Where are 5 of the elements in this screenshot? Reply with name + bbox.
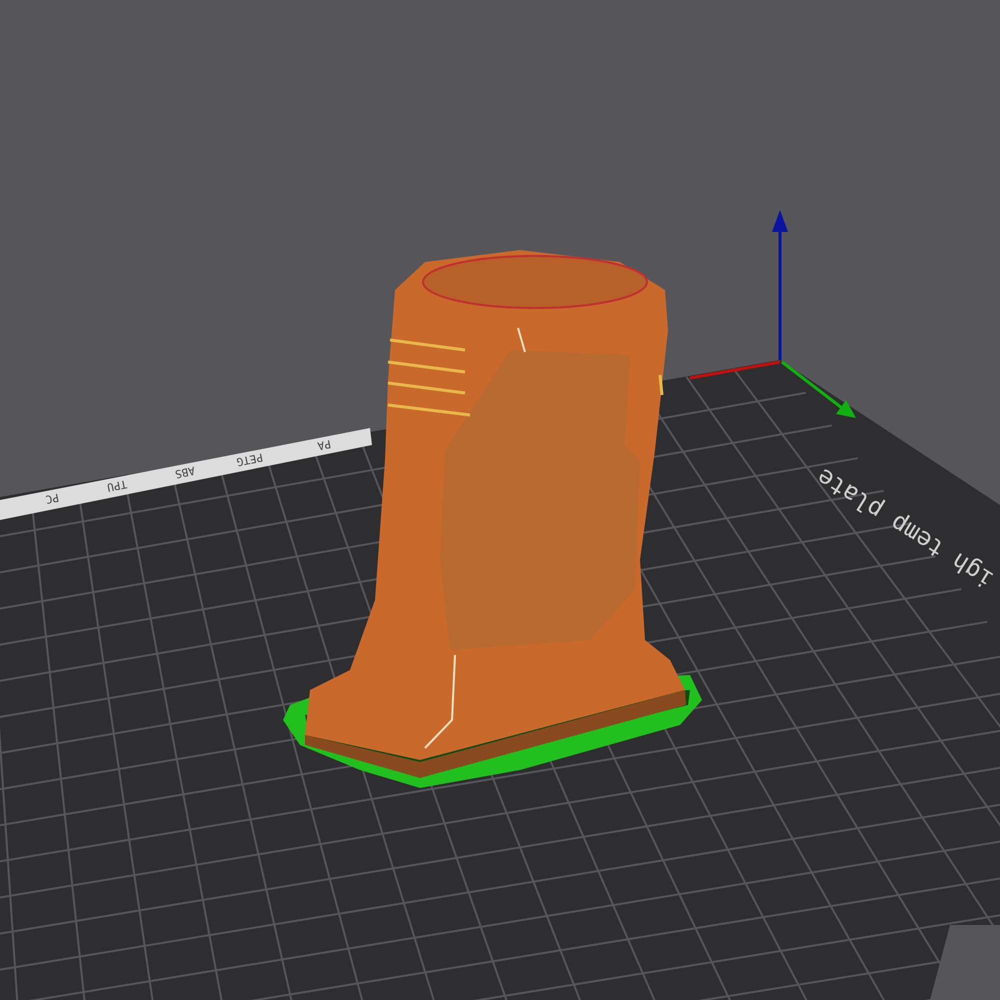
filament-name-text: PA (316, 437, 332, 452)
filament-name-text: TPU (106, 477, 128, 494)
filament-name-text: PETG (235, 450, 264, 468)
filament-name-text: ABS (174, 464, 196, 481)
filament-name-text: PC (44, 490, 60, 506)
